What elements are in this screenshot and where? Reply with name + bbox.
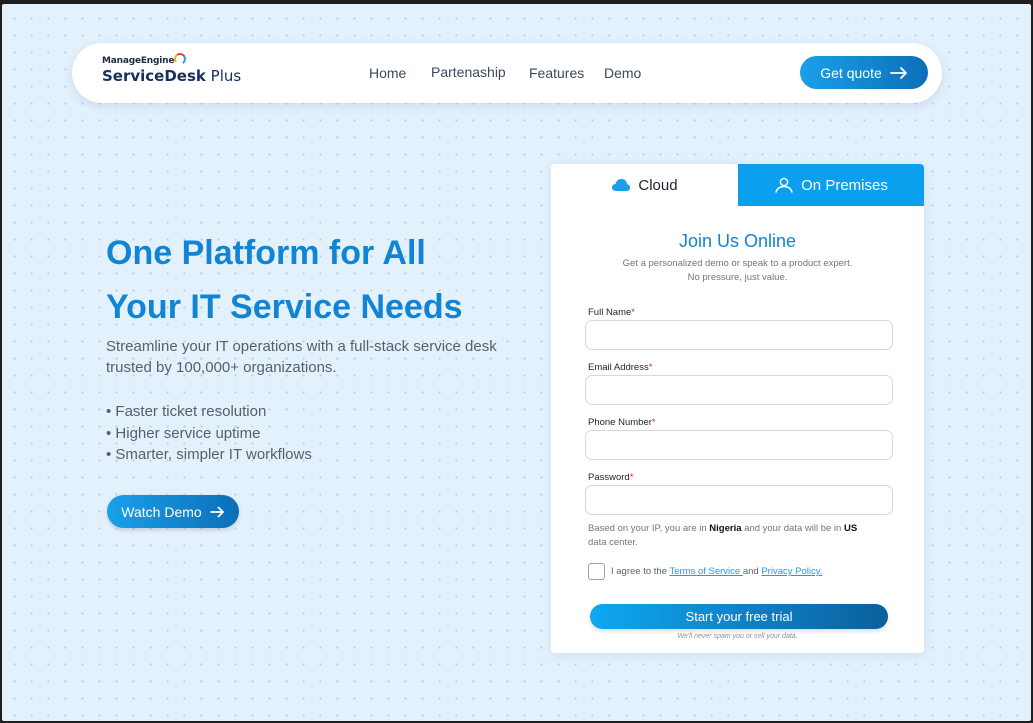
list-item: • Higher service uptime — [106, 424, 261, 442]
email-field[interactable] — [585, 375, 893, 405]
logo-arc-icon — [173, 52, 187, 66]
hero-subtitle: Streamline your IT operations with a ful… — [106, 338, 497, 376]
tab-on-premises-label: On Premises — [801, 176, 888, 194]
terms-agreement: I agree to the Terms of Service and Priv… — [588, 563, 822, 580]
list-item: • Faster ticket resolution — [106, 403, 267, 420]
full-name-field[interactable] — [585, 320, 893, 350]
nav-link-partnership[interactable]: Partenaship — [431, 64, 506, 80]
phone-field[interactable] — [585, 430, 893, 460]
list-item: • Smarter, simpler IT workflows — [106, 446, 312, 463]
start-free-trial-button[interactable]: Start your free trial — [590, 604, 888, 629]
form-description: Get a personalized demo or speak to a pr… — [622, 258, 853, 283]
hero-title-line-2: Your IT Service Needs — [106, 288, 463, 326]
arrow-right-icon — [209, 506, 224, 517]
signup-card: Cloud On Premises Join Us Online Get a p… — [551, 164, 924, 653]
watch-demo-button[interactable]: Watch Demo — [107, 495, 239, 528]
hero-title-line-1: One Platform for All — [106, 234, 426, 272]
navbar: ManageEngine ServiceDesk Plus Home Parte… — [72, 43, 942, 103]
nav-link-features[interactable]: Features — [529, 65, 584, 81]
arrow-right-icon — [889, 66, 907, 79]
password-label: Password* — [588, 472, 634, 483]
page: ManageEngine ServiceDesk Plus Home Parte… — [2, 4, 1031, 721]
hero-title: One Platform for All Your IT Service Nee… — [106, 226, 526, 334]
nav-link-demo[interactable]: Demo — [604, 65, 641, 81]
get-quote-label: Get quote — [820, 64, 882, 81]
brand-product: ServiceDesk Plus — [102, 67, 242, 85]
user-icon — [775, 177, 793, 193]
email-label: Email Address* — [588, 362, 653, 373]
terms-link[interactable]: Terms of Service — [669, 566, 742, 577]
terms-checkbox[interactable] — [588, 563, 605, 580]
agree-text: I agree to the Terms of Service and Priv… — [611, 566, 823, 577]
cloud-icon — [612, 179, 631, 191]
brand-top: ManageEngine — [102, 52, 241, 66]
full-name-label: Full Name* — [588, 307, 635, 318]
privacy-link[interactable]: Privacy Policy. — [761, 566, 822, 577]
brand-logo[interactable]: ManageEngine ServiceDesk Plus — [102, 52, 242, 85]
hero-bullets: • Faster ticket resolution • Higher serv… — [106, 401, 312, 466]
get-quote-button[interactable]: Get quote — [800, 56, 928, 89]
phone-label: Phone Number* — [588, 417, 656, 428]
spam-note: We'll never spam you or sell your data. — [677, 633, 798, 640]
tab-cloud[interactable]: Cloud — [551, 164, 738, 206]
form-title: Join Us Online — [678, 231, 797, 251]
tab-cloud-label: Cloud — [638, 176, 678, 194]
nav-link-home[interactable]: Home — [369, 65, 406, 81]
password-field[interactable] — [585, 485, 893, 515]
ip-location-note: Based on your IP, you are in Nigeria and… — [588, 523, 858, 548]
tab-on-premises[interactable]: On Premises — [738, 164, 924, 206]
watch-demo-label: Watch Demo — [121, 503, 202, 520]
